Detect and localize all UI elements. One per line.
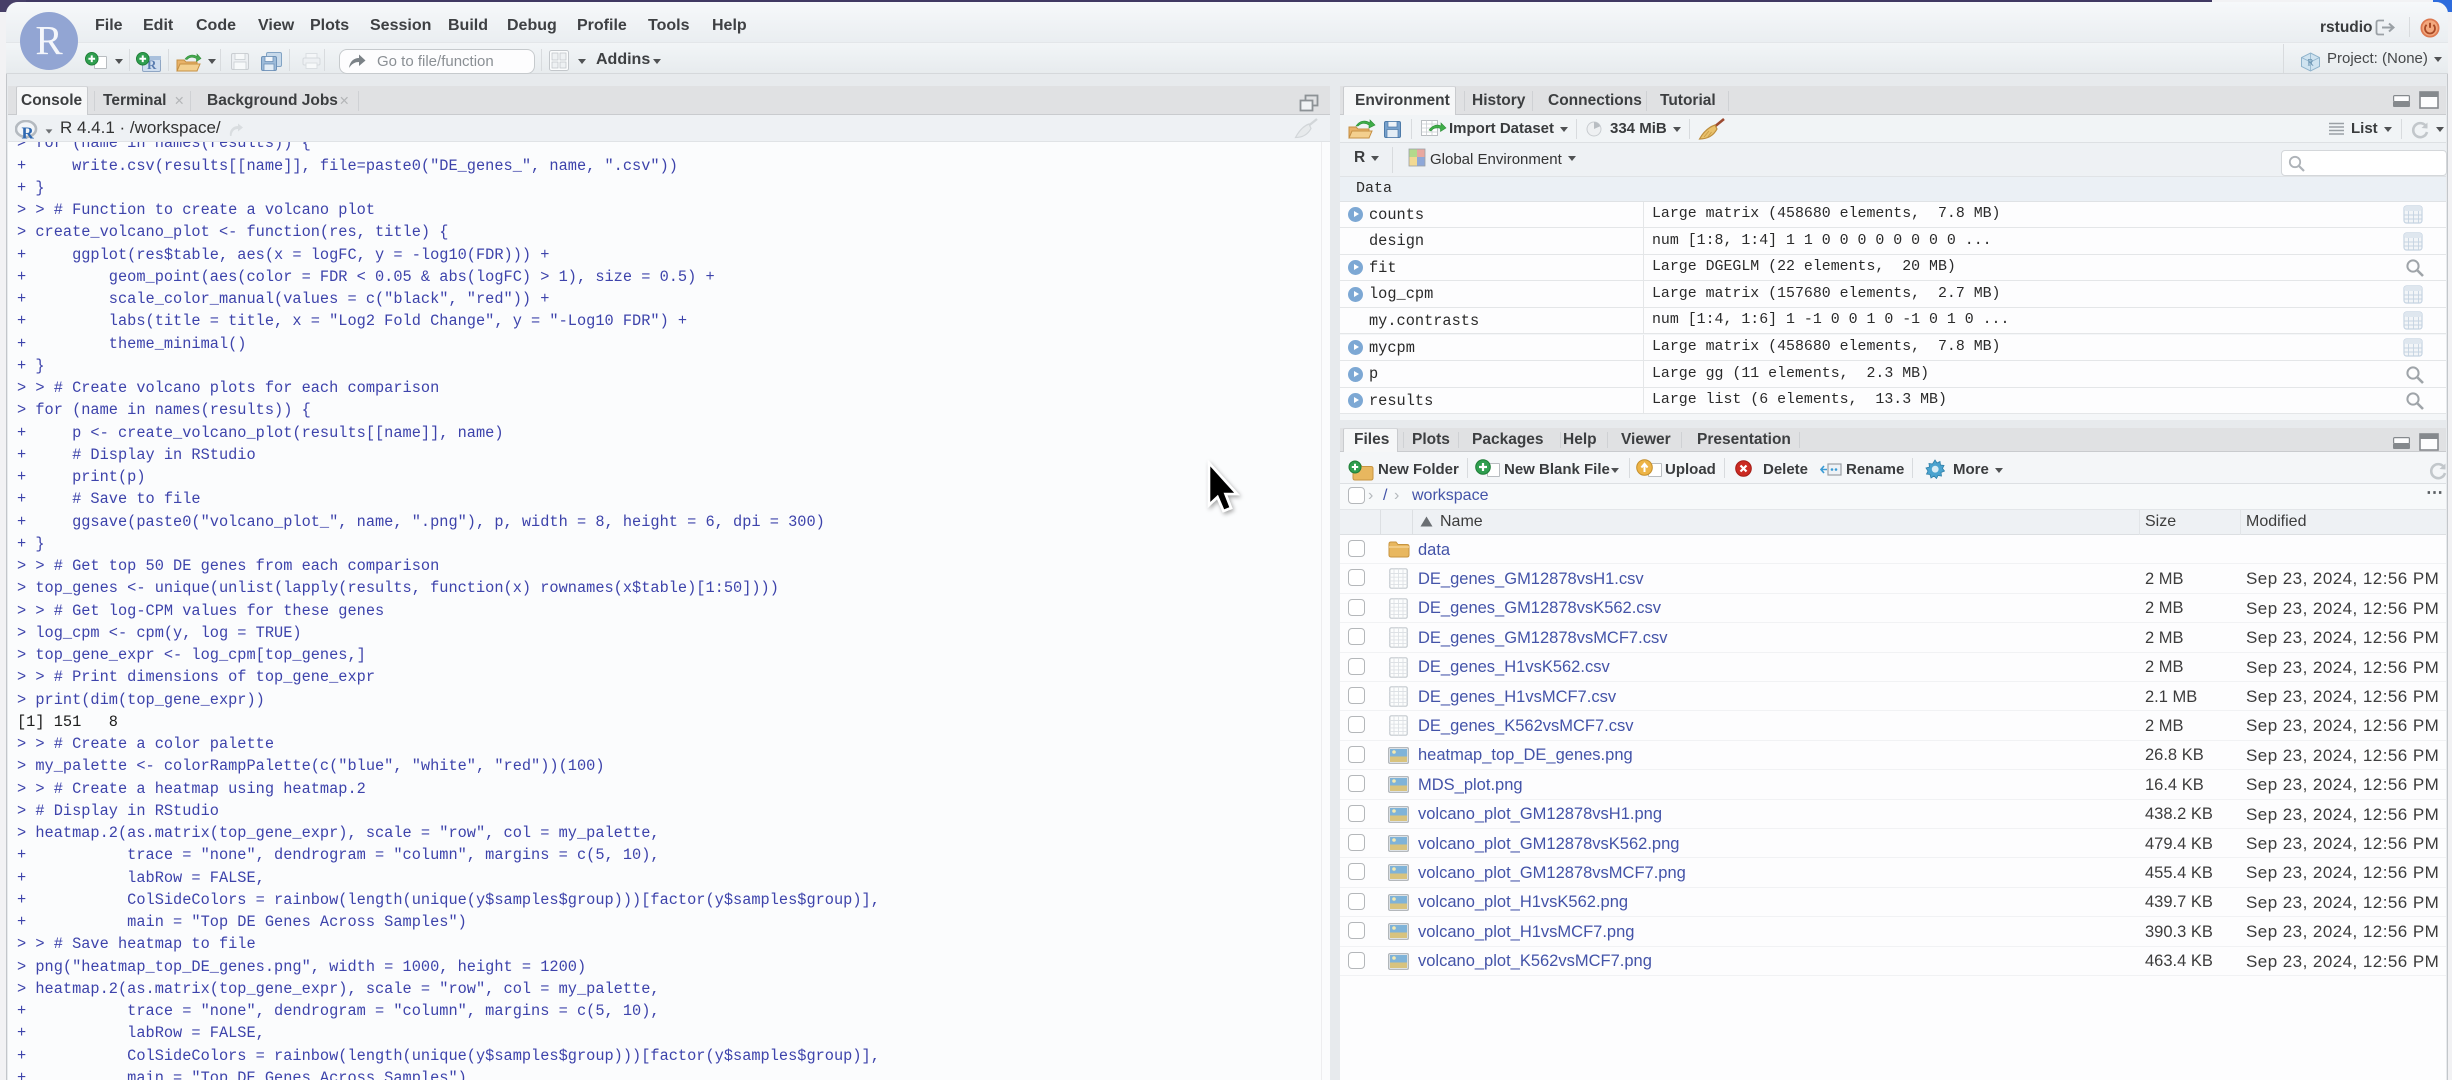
svg-text:R: R	[22, 124, 35, 142]
svg-text:R: R	[2307, 58, 2313, 68]
